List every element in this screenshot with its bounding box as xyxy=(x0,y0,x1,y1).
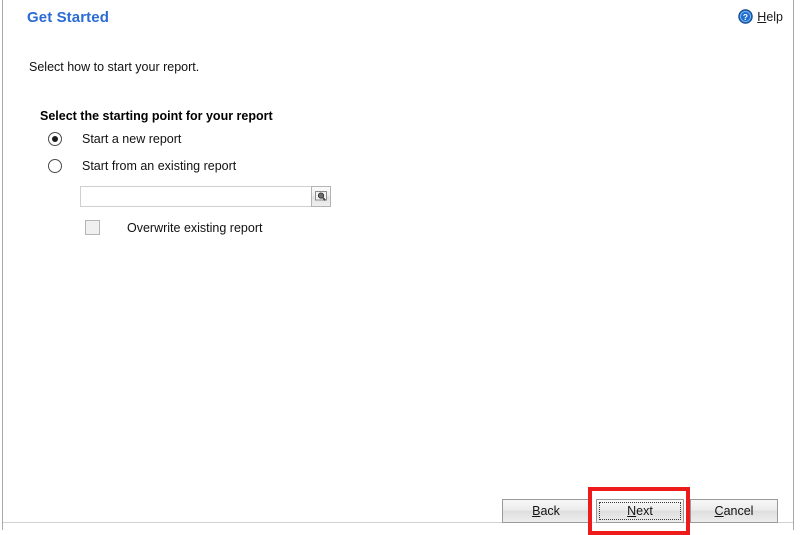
page-title: Get Started xyxy=(27,9,109,26)
help-mnemonic: H xyxy=(757,9,767,24)
cancel-button-label-rest: ancel xyxy=(723,504,754,518)
instruction-text: Select how to start your report. xyxy=(29,60,200,74)
radio-label-start-from-existing-report: Start from an existing report xyxy=(82,159,237,173)
help-label-rest: elp xyxy=(766,9,783,24)
svg-text:?: ? xyxy=(743,12,748,22)
help-label: Help xyxy=(757,10,783,24)
overwrite-existing-report-option[interactable]: Overwrite existing report xyxy=(85,220,262,235)
back-button-label-rest: ack xyxy=(540,504,560,518)
radio-indicator-start-new-report[interactable] xyxy=(48,132,62,146)
browse-magnifier-icon xyxy=(315,190,327,201)
next-button-mnemonic: N xyxy=(627,504,637,518)
next-button[interactable]: Next xyxy=(596,499,684,523)
get-started-wizard: Get Started ? Help Select how to start y… xyxy=(0,0,803,535)
back-button[interactable]: Back xyxy=(502,499,590,523)
checkbox-label-overwrite-existing-report: Overwrite existing report xyxy=(127,220,263,235)
browse-button[interactable] xyxy=(311,186,331,207)
help-link[interactable]: ? Help xyxy=(738,9,783,24)
cancel-button[interactable]: Cancel xyxy=(690,499,778,523)
existing-report-input[interactable] xyxy=(80,186,312,207)
radio-option-start-from-existing-report[interactable]: Start from an existing report xyxy=(48,159,236,173)
back-button-mnemonic: B xyxy=(532,504,541,518)
window-left-border xyxy=(2,0,3,530)
checkbox-overwrite-existing-report[interactable] xyxy=(85,220,100,235)
radio-indicator-start-from-existing-report[interactable] xyxy=(48,159,62,173)
cancel-button-mnemonic: C xyxy=(714,504,724,518)
help-circle-icon: ? xyxy=(738,9,753,24)
next-button-label-rest: ext xyxy=(636,504,653,518)
window-right-border xyxy=(793,0,794,530)
radio-label-start-new-report: Start a new report xyxy=(82,132,182,146)
group-heading: Select the starting point for your repor… xyxy=(40,109,273,123)
radio-option-start-new-report[interactable]: Start a new report xyxy=(48,132,181,146)
existing-report-picker xyxy=(80,186,331,207)
